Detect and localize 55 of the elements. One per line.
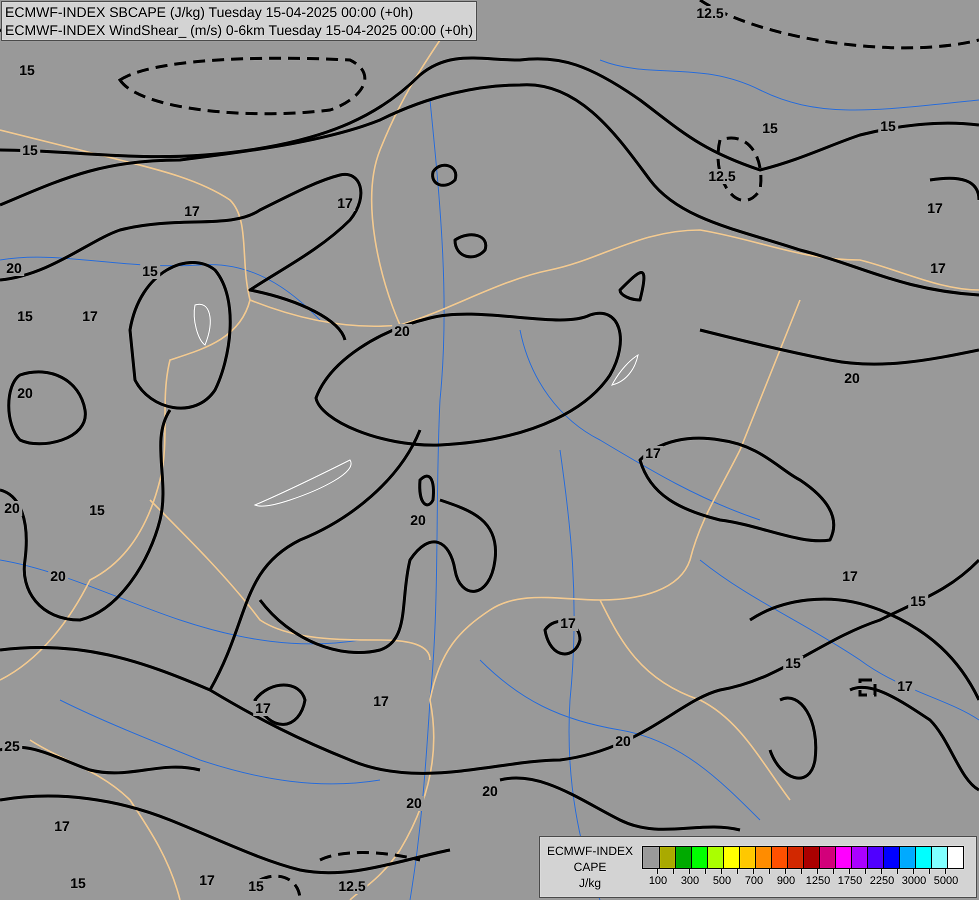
contour-label: 15 — [760, 121, 780, 136]
contour-label: 17 — [197, 873, 217, 888]
legend-title: CAPE — [574, 859, 606, 875]
lake-outline — [612, 354, 638, 386]
legend-title: J/kg — [578, 875, 601, 891]
legend-tick-label: 100 — [648, 874, 668, 888]
contour-label: 15 — [878, 119, 898, 134]
legend-tick-label: 1750 — [836, 874, 864, 888]
contour-label: 15 — [15, 309, 35, 324]
contour-label: 17 — [253, 701, 273, 716]
legend-title: ECMWF-INDEX — [547, 843, 633, 859]
legend-tick-label: 5000 — [932, 874, 960, 888]
legend-tick-label: 2250 — [868, 874, 896, 888]
contour-label: 15 — [908, 594, 928, 609]
lake-outline — [194, 304, 211, 346]
contour-label: 20 — [2, 501, 22, 516]
legend-tick-label: 900 — [776, 874, 796, 888]
contour-label: 15 — [87, 503, 107, 518]
contour-label: 17 — [840, 569, 860, 584]
contour-label: 15 — [68, 876, 88, 891]
contour-label: 17 — [558, 616, 578, 631]
contour-label: 17 — [335, 196, 355, 211]
contour-label: 17 — [182, 204, 202, 219]
legend-tick-label: 1250 — [804, 874, 832, 888]
contour-label: 15 — [20, 143, 40, 158]
contour-label: 17 — [928, 261, 948, 276]
legend-tick-label: 700 — [744, 874, 764, 888]
contour-label: 17 — [80, 309, 100, 324]
contour-label: 20 — [4, 261, 24, 276]
map-title: ECMWF-INDEX SBCAPE (J/kg) Tuesday 15-04-2025 00:00 (+0h) — [5, 3, 414, 21]
contour-label: 20 — [842, 371, 862, 386]
contour-label: 15 — [140, 264, 160, 279]
contour-label: 20 — [480, 784, 500, 799]
contour-label: 12.5 — [336, 879, 368, 894]
contour-label: 17 — [925, 201, 945, 216]
contour-label: 20 — [48, 569, 68, 584]
legend-tick-label: 500 — [712, 874, 732, 888]
contour-label: 20 — [613, 734, 633, 749]
contour-label: 17 — [643, 446, 663, 461]
contour-label: 17 — [895, 679, 915, 694]
contour-label: 15 — [246, 879, 266, 894]
contour-label: 20 — [404, 796, 424, 811]
contour-label: 20 — [15, 386, 35, 401]
legend-tick-label: 300 — [680, 874, 700, 888]
map-title: ECMWF-INDEX WindShear_ (m/s) 0-6km Tuesday 15-04-2025 00:00 (+0h) — [5, 21, 474, 39]
contour-label: 20 — [408, 513, 428, 528]
contour-label: 12.5 — [706, 169, 738, 184]
legend-tick-label: 3000 — [900, 874, 928, 888]
contour-label: 17 — [52, 819, 72, 834]
contour-label: 15 — [783, 656, 803, 671]
contour-label: 17 — [371, 694, 391, 709]
contour-label: 12.5 — [694, 6, 726, 21]
contour-label: 25 — [2, 739, 22, 754]
contour-label: 20 — [392, 324, 412, 339]
contour-label: 15 — [17, 63, 37, 78]
